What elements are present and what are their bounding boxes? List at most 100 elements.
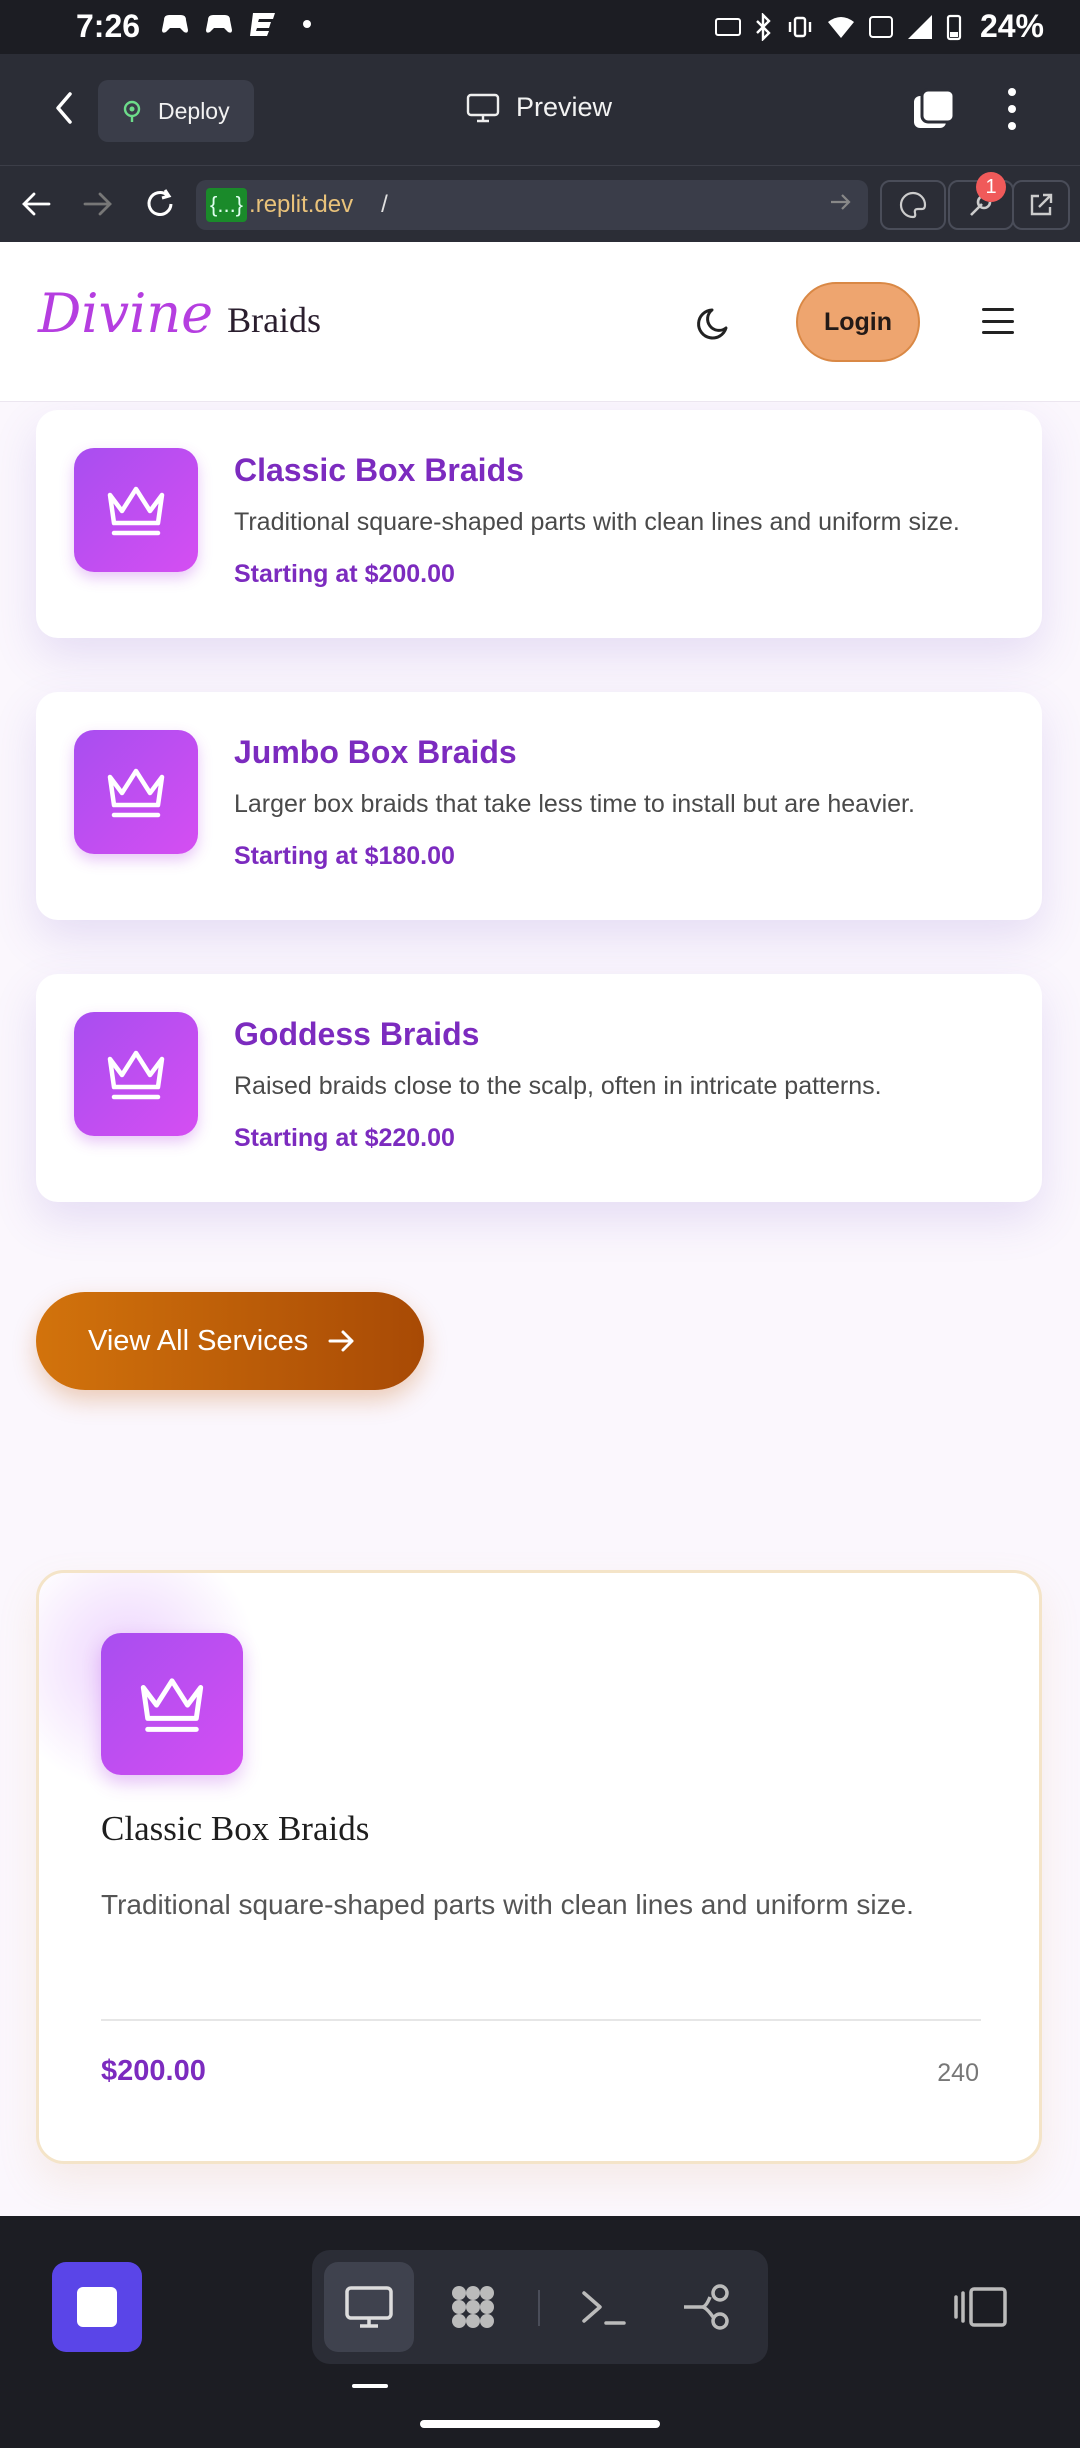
terminal-icon (582, 2291, 626, 2325)
deploy-icon (123, 100, 141, 122)
shell-tool-button[interactable] (558, 2262, 648, 2352)
preview-label: Preview (516, 92, 613, 122)
service-card[interactable]: Goddess Braids Raised braids close to th… (36, 974, 1042, 1202)
service-card[interactable]: Classic Box Braids Traditional square-sh… (36, 410, 1042, 638)
panel-icon (954, 2287, 1007, 2327)
volte-icon (868, 15, 893, 38)
reload-icon (147, 189, 173, 216)
url-braces: {...} (206, 188, 248, 222)
service-description: Raised braids close to the scalp, often … (234, 1072, 882, 1100)
go-arrow-icon[interactable] (830, 192, 852, 212)
service-price: Starting at $180.00 (234, 842, 455, 870)
dot-icon (292, 10, 322, 38)
service-title: Jumbo Box Braids (234, 734, 517, 770)
service-card[interactable]: Jumbo Box Braids Larger box braids that … (36, 692, 1042, 920)
moon-icon (697, 308, 728, 340)
service-icon (74, 448, 198, 572)
ide-top-bar: Deploy Preview (0, 54, 1080, 166)
panel-toggle-button[interactable] (948, 2274, 1014, 2340)
crown-icon (107, 486, 165, 536)
notification-icons (160, 10, 322, 38)
menu-icon (982, 308, 1014, 311)
notification-badge: 1 (976, 172, 1006, 202)
reload-button[interactable] (138, 182, 182, 226)
divider (101, 2019, 981, 2021)
palette-icon (899, 191, 927, 219)
url-path: / (381, 191, 388, 218)
service-price: Starting at $220.00 (234, 1124, 455, 1152)
monitor-icon (345, 2286, 393, 2328)
nav-back-button[interactable] (14, 182, 58, 226)
system-icons: 24% (714, 8, 1044, 45)
auto-rotate-icon (714, 17, 741, 36)
arrow-right-icon (328, 1330, 354, 1352)
nav-forward-button[interactable] (76, 182, 120, 226)
logo-script: Divine (38, 282, 214, 345)
more-options-button[interactable] (990, 84, 1034, 134)
menu-button[interactable] (982, 308, 1014, 334)
back-button[interactable] (40, 84, 88, 132)
status-bar: 7:26 24% (0, 0, 1080, 54)
monitor-icon (466, 93, 500, 122)
ide-bottom-bar (0, 2216, 1080, 2448)
game-controller-icon (160, 10, 190, 38)
devtools-button[interactable] (880, 180, 946, 230)
service-description: Larger box braids that take less time to… (234, 790, 915, 818)
featured-service-icon (101, 1633, 243, 1775)
tabs-button[interactable] (910, 86, 958, 134)
arrow-left-icon (22, 192, 51, 216)
stop-icon (77, 2287, 117, 2327)
game-controller-icon (204, 10, 234, 38)
arrow-right-icon (83, 192, 112, 216)
copy-icon (914, 88, 956, 128)
deploy-button[interactable]: Deploy (98, 80, 254, 142)
more-vert-icon (1008, 88, 1016, 97)
app-notification-icon (248, 10, 278, 38)
tool-separator (538, 2290, 540, 2326)
featured-duration: 240 (937, 2059, 979, 2087)
vibrate-icon (788, 16, 812, 37)
git-branch-icon (684, 2284, 729, 2330)
crown-icon (140, 1678, 204, 1732)
git-tool-button[interactable] (662, 2262, 752, 2352)
site-header: Divine Braids Login (0, 242, 1080, 402)
status-time: 7:26 (76, 8, 141, 44)
external-link-icon (1030, 193, 1053, 216)
site-logo[interactable]: Divine Braids (38, 282, 321, 345)
service-description: Traditional square-shaped parts with cle… (234, 508, 960, 536)
featured-title: Classic Box Braids (101, 1809, 370, 1848)
logo-word: Braids (227, 300, 322, 340)
crown-icon (107, 1050, 165, 1100)
featured-description: Traditional square-shaped parts with cle… (101, 1889, 914, 1920)
extensions-icon (452, 2286, 494, 2328)
preview-tool-button[interactable] (324, 2262, 414, 2352)
tool-switcher (312, 2250, 768, 2364)
service-icon (74, 730, 198, 854)
service-price: Starting at $200.00 (234, 560, 455, 588)
service-title: Classic Box Braids (234, 452, 524, 488)
active-tool-indicator (352, 2384, 388, 2388)
deploy-label: Deploy (158, 97, 230, 124)
preview-viewport: Divine Braids Login Classic Box Braids T… (0, 242, 1080, 2216)
battery-percent: 24% (979, 8, 1044, 44)
view-all-services-button[interactable]: View All Services (36, 1292, 424, 1390)
crown-icon (107, 768, 165, 818)
featured-service-card[interactable]: Classic Box Braids Traditional square-sh… (36, 1570, 1042, 2164)
featured-price: $200.00 (101, 2055, 206, 2087)
home-indicator[interactable] (420, 2420, 660, 2428)
bluetooth-icon (756, 12, 771, 41)
theme-toggle[interactable] (692, 300, 738, 346)
wifi-icon (827, 16, 854, 38)
service-icon (74, 1012, 198, 1136)
extensions-tool-button[interactable] (428, 2262, 518, 2352)
url-input[interactable]: {...} .replit.dev / (196, 180, 868, 230)
login-button[interactable]: Login (796, 282, 920, 362)
view-all-label: View All Services (88, 1324, 309, 1357)
service-title: Goddess Braids (234, 1016, 480, 1052)
open-external-button[interactable] (1012, 180, 1070, 230)
stop-button[interactable] (52, 2262, 142, 2352)
url-domain: .replit.dev (249, 191, 354, 218)
battery-icon (946, 14, 962, 40)
preview-tab[interactable]: Preview (466, 92, 612, 123)
browser-url-bar: {...} .replit.dev / (0, 166, 1080, 242)
